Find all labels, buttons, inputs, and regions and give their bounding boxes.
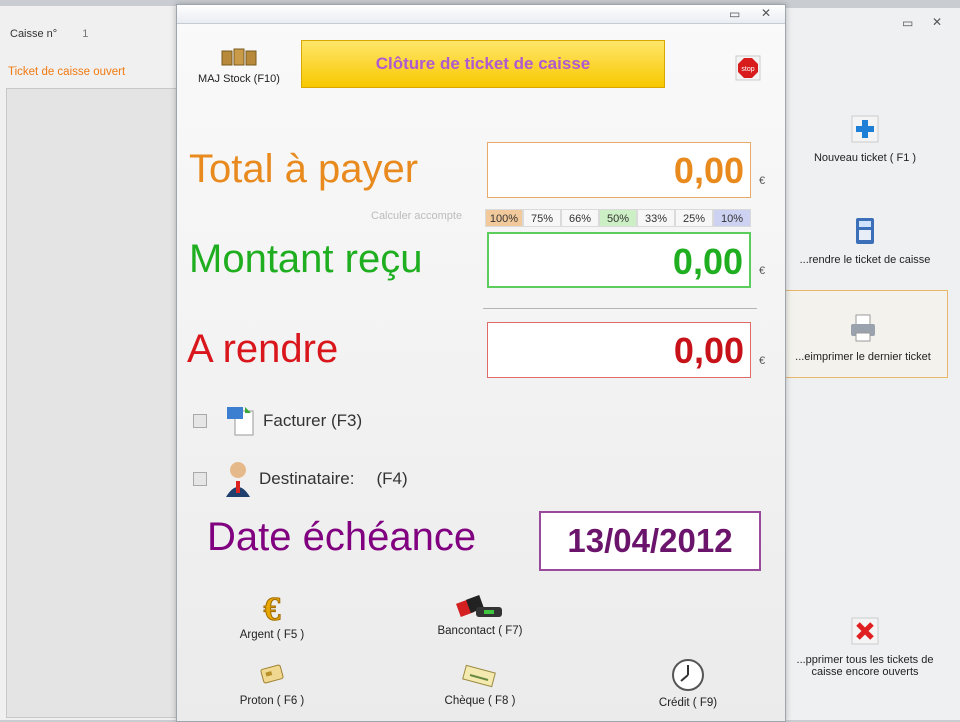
card-terminal-icon (456, 595, 502, 617)
new-ticket-button[interactable]: Nouveau ticket ( F1 ) (780, 112, 950, 164)
ticket-open-label[interactable]: Ticket de caisse ouvert (8, 66, 125, 78)
user-icon (226, 462, 250, 497)
received-amount-field[interactable]: 0,00 (487, 232, 751, 288)
change-amount-field: 0,00 (487, 322, 751, 378)
proton-payment-button[interactable]: Proton ( F6 ) (207, 661, 337, 707)
resume-ticket-label: ...rendre le ticket de caisse (799, 254, 931, 266)
cheque-payment-button[interactable]: Chèque ( F8 ) (415, 661, 545, 707)
background-window-right: ▭ ✕ Nouveau ticket ( F1 ) ...rendre le t… (778, 8, 960, 720)
recipient-shortcut: (F4) (376, 469, 408, 488)
stock-boxes-icon (221, 48, 257, 66)
bancontact-payment-label: Bancontact ( F7) (437, 625, 523, 637)
recipient-row: Destinataire: (F4) (193, 459, 408, 499)
printer-icon (851, 314, 875, 342)
received-currency: € (759, 265, 766, 277)
delete-all-tickets-button[interactable]: ...pprimer tous les tickets de caisse en… (780, 614, 950, 678)
change-label: A rendre (187, 327, 339, 371)
pct-25-button[interactable]: 25% (675, 209, 713, 227)
maj-stock-label: MAJ Stock (F10) (198, 73, 280, 85)
dialog-minimize-icon[interactable]: ▭ (729, 7, 740, 21)
pct-33-button[interactable]: 33% (637, 209, 675, 227)
acompte-label: Calculer accompte (371, 210, 463, 222)
cash-register-icon (856, 218, 874, 244)
proton-payment-label: Proton ( F6 ) (239, 695, 305, 707)
total-currency: € (759, 175, 766, 187)
pct-50-button[interactable]: 50% (599, 209, 637, 227)
caisse-number-row: Caisse n° 1 (10, 28, 88, 40)
credit-payment-button[interactable]: Crédit ( F9) (623, 657, 753, 709)
close-ticket-dialog: ▭ ✕ MAJ Stock (F10) Clôture de ticket de… (176, 4, 786, 722)
pct-100-button[interactable]: 100% (485, 209, 523, 227)
cash-payment-label: Argent ( F5 ) (239, 629, 305, 641)
delete-all-label-line1: ...pprimer tous les tickets de (796, 654, 934, 666)
reprint-ticket-button[interactable]: ...eimprimer le dernier ticket (778, 290, 948, 378)
cheque-icon (462, 664, 496, 688)
plus-icon (851, 115, 879, 143)
total-label: Total à payer (189, 147, 419, 191)
recipient-label: Destinataire: (259, 469, 355, 488)
bancontact-payment-button[interactable]: Bancontact ( F7) (415, 591, 545, 637)
caisse-number: 1 (82, 28, 89, 40)
recipient-checkbox[interactable] (193, 472, 207, 486)
invoice-row: Facturer (F3) (193, 403, 362, 439)
dialog-title: Clôture de ticket de caisse (301, 40, 665, 88)
dialog-close-icon[interactable]: ✕ (761, 6, 771, 20)
pct-66-button[interactable]: 66% (561, 209, 599, 227)
divider (483, 308, 757, 309)
proton-card-icon (260, 664, 284, 684)
background-window-left: Caisse n° 1 Ticket de caisse ouvert (0, 6, 182, 720)
svg-text:€: € (264, 591, 281, 625)
ticket-list-panel (6, 88, 182, 718)
maj-stock-button[interactable]: MAJ Stock (F10) (187, 47, 291, 85)
close-icon[interactable]: ✕ (932, 15, 942, 29)
dialog-titlebar: ▭ ✕ (177, 5, 785, 24)
due-date-label: Date échéance (207, 515, 477, 559)
invoice-icon (227, 407, 254, 436)
delete-all-label-line2: caisse encore ouverts (811, 666, 919, 678)
cash-payment-button[interactable]: € Argent ( F5 ) (207, 589, 337, 642)
invoice-label: Facturer (F3) (263, 411, 363, 430)
resume-ticket-button[interactable]: ...rendre le ticket de caisse (780, 214, 950, 266)
caisse-label: Caisse n° (10, 28, 58, 40)
pct-10-button[interactable]: 10% (713, 209, 751, 227)
red-x-icon (851, 617, 879, 645)
acompte-percent-buttons: 100% 75% 66% 50% 33% 25% 10% (485, 209, 751, 227)
total-amount-field[interactable]: 0,00 (487, 142, 751, 198)
stop-icon[interactable]: stop (735, 55, 761, 81)
credit-payment-label: Crédit ( F9) (658, 697, 718, 709)
minimize-icon[interactable]: ▭ (902, 16, 913, 30)
cheque-payment-label: Chèque ( F8 ) (444, 695, 516, 707)
clock-icon (672, 659, 704, 691)
pct-75-button[interactable]: 75% (523, 209, 561, 227)
invoice-checkbox[interactable] (193, 414, 207, 428)
due-date-field[interactable]: 13/04/2012 (539, 511, 761, 571)
euro-icon: € (263, 591, 281, 626)
reprint-ticket-label: ...eimprimer le dernier ticket (795, 351, 931, 363)
svg-text:stop: stop (741, 66, 754, 73)
change-currency: € (759, 355, 766, 367)
new-ticket-label: Nouveau ticket ( F1 ) (813, 152, 917, 164)
received-label: Montant reçu (189, 237, 423, 281)
